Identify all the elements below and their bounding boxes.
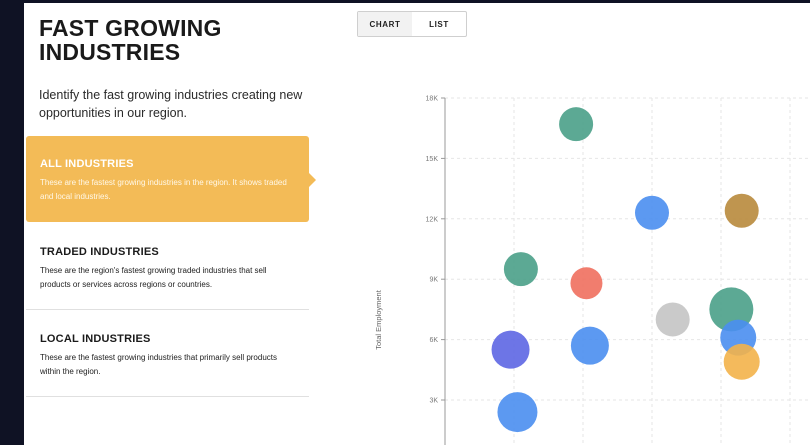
industry-bubble[interactable] — [635, 195, 669, 230]
category-all-industries[interactable]: ALL INDUSTRIES These are the fastest gro… — [26, 136, 316, 222]
y-tick-label: 15K — [426, 156, 439, 163]
industry-bubble[interactable] — [497, 392, 538, 433]
industry-bubble[interactable] — [491, 330, 530, 369]
industry-bubble[interactable] — [503, 252, 538, 287]
main-panel: FAST GROWING INDUSTRIES Identify the fas… — [24, 0, 810, 445]
industry-bubble[interactable] — [655, 302, 690, 337]
y-axis-label: Total Employment — [374, 289, 383, 350]
industry-bubble[interactable] — [723, 343, 760, 380]
y-tick-label: 18K — [426, 96, 439, 103]
y-tick-label: 12K — [426, 216, 439, 223]
category-description: These are the fastest growing industries… — [40, 178, 287, 201]
view-toggle: CHART LIST — [357, 11, 467, 37]
y-tick-label: 6K — [429, 337, 438, 344]
category-title: ALL INDUSTRIES — [40, 158, 134, 170]
category-title: LOCAL INDUSTRIES — [40, 333, 151, 345]
category-traded-industries[interactable]: TRADED INDUSTRIES These are the region's… — [26, 224, 309, 310]
industry-bubble[interactable] — [570, 267, 603, 300]
category-local-industries[interactable]: LOCAL INDUSTRIES These are the fastest g… — [26, 311, 309, 397]
y-tick-label: 3K — [429, 398, 438, 405]
category-description: These are the fastest growing industries… — [40, 353, 277, 376]
category-title: TRADED INDUSTRIES — [40, 246, 159, 258]
industry-bubble[interactable] — [570, 326, 609, 365]
top-border — [24, 0, 810, 3]
industry-bubble[interactable] — [559, 107, 594, 142]
chart-view-button[interactable]: CHART — [358, 12, 412, 36]
y-tick-label: 9K — [429, 277, 438, 284]
list-view-button[interactable]: LIST — [412, 12, 466, 36]
page-subtitle: Identify the fast growing industries cre… — [39, 88, 303, 120]
employment-bubble-chart: Total Employment 3K 6K 9K 12K 15K 18K — [374, 96, 810, 445]
industry-bubble[interactable] — [724, 193, 759, 228]
category-description: These are the region's fastest growing t… — [40, 266, 267, 289]
page-title: FAST GROWING INDUSTRIES — [39, 15, 222, 65]
